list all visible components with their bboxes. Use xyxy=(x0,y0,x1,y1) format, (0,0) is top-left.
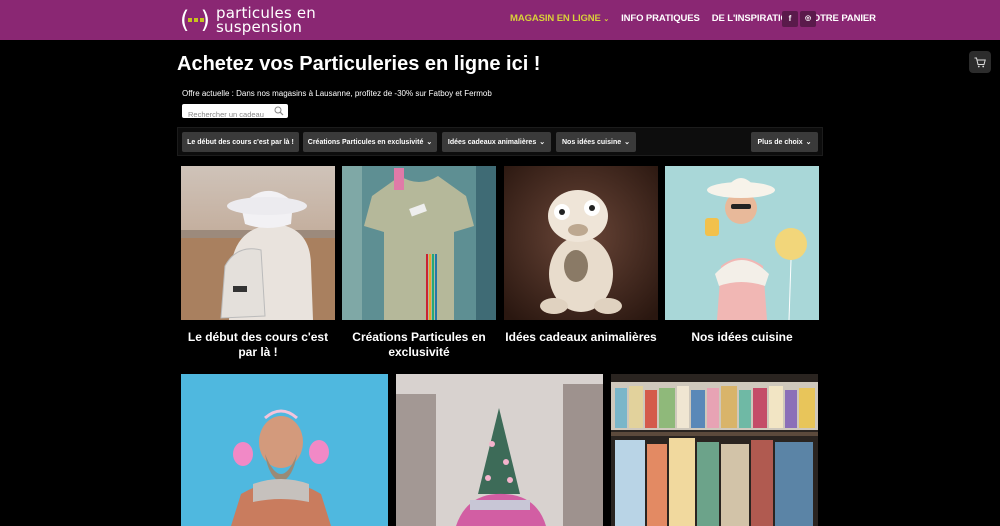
category-card-rentree[interactable]: Le début des cours c'est par là ! xyxy=(181,166,335,366)
chevron-down-icon: ⌄ xyxy=(426,139,433,146)
facebook-icon[interactable]: f xyxy=(782,11,798,27)
search-icon[interactable] xyxy=(274,106,284,116)
logo-text-line2: suspension xyxy=(216,18,303,36)
filter-animalieres[interactable]: Idées cadeaux animalières ⌄ xyxy=(442,132,551,152)
site-logo[interactable]: ( ) particules en suspension xyxy=(180,4,316,36)
instagram-icon[interactable]: ◎ xyxy=(800,11,816,27)
search-input[interactable] xyxy=(182,107,268,122)
chevron-down-icon: ⌄ xyxy=(805,139,812,146)
nav-item-magasin[interactable]: MAGASIN EN LIGNE ⌄ xyxy=(510,13,609,24)
filter-creations[interactable]: Créations Particules en exclusivité ⌄ xyxy=(303,132,437,152)
category-image[interactable] xyxy=(665,166,819,320)
site-header: ( ) particules en suspension MAGASIN EN … xyxy=(0,0,1000,40)
category-caption[interactable]: Idées cadeaux animalières xyxy=(504,330,658,345)
cart-button[interactable] xyxy=(969,51,991,73)
category-card-row2-2[interactable] xyxy=(396,374,603,526)
filter-bar: Le début des cours c'est par là ! Créati… xyxy=(177,127,823,156)
filter-rentree[interactable]: Le début des cours c'est par là ! xyxy=(182,132,299,152)
category-image[interactable] xyxy=(181,374,388,526)
category-caption[interactable]: Créations Particules en exclusivité xyxy=(342,330,496,360)
offer-text: Offre actuelle : Dans nos magasins à Lau… xyxy=(182,89,492,98)
category-card-row2-3[interactable] xyxy=(611,374,818,526)
category-caption[interactable]: Le début des cours c'est par là ! xyxy=(181,330,335,360)
cart-icon xyxy=(974,57,986,67)
logo-mark-icon: ( ) xyxy=(180,6,210,34)
category-card-animalieres[interactable]: Idées cadeaux animalières xyxy=(504,166,658,366)
filter-cuisine[interactable]: Nos idées cuisine ⌄ xyxy=(556,132,636,152)
main-nav: MAGASIN EN LIGNE ⌄ INFO PRATIQUES DE L'I… xyxy=(510,13,876,24)
category-card-cuisine[interactable]: Nos idées cuisine xyxy=(665,166,819,366)
category-caption[interactable]: Nos idées cuisine xyxy=(665,330,819,345)
category-card-creations[interactable]: Créations Particules en exclusivité xyxy=(342,166,496,366)
logo-text: particules en suspension xyxy=(216,6,316,36)
category-image[interactable] xyxy=(342,166,496,320)
category-image[interactable] xyxy=(504,166,658,320)
chevron-down-icon: ⌄ xyxy=(603,16,610,23)
category-image[interactable] xyxy=(396,374,603,526)
filter-more[interactable]: Plus de choix ⌄ xyxy=(751,132,818,152)
nav-item-panier[interactable]: VOTRE PANIER xyxy=(807,13,876,24)
page-title: Achetez vos Particuleries en ligne ici ! xyxy=(177,53,541,75)
category-image[interactable] xyxy=(181,166,335,320)
nav-item-info[interactable]: INFO PRATIQUES xyxy=(621,13,700,24)
chevron-down-icon: ⌄ xyxy=(624,139,631,146)
category-card-row2-1[interactable] xyxy=(181,374,388,526)
search-box xyxy=(182,104,288,122)
chevron-down-icon: ⌄ xyxy=(539,139,546,146)
category-image[interactable] xyxy=(611,374,818,526)
